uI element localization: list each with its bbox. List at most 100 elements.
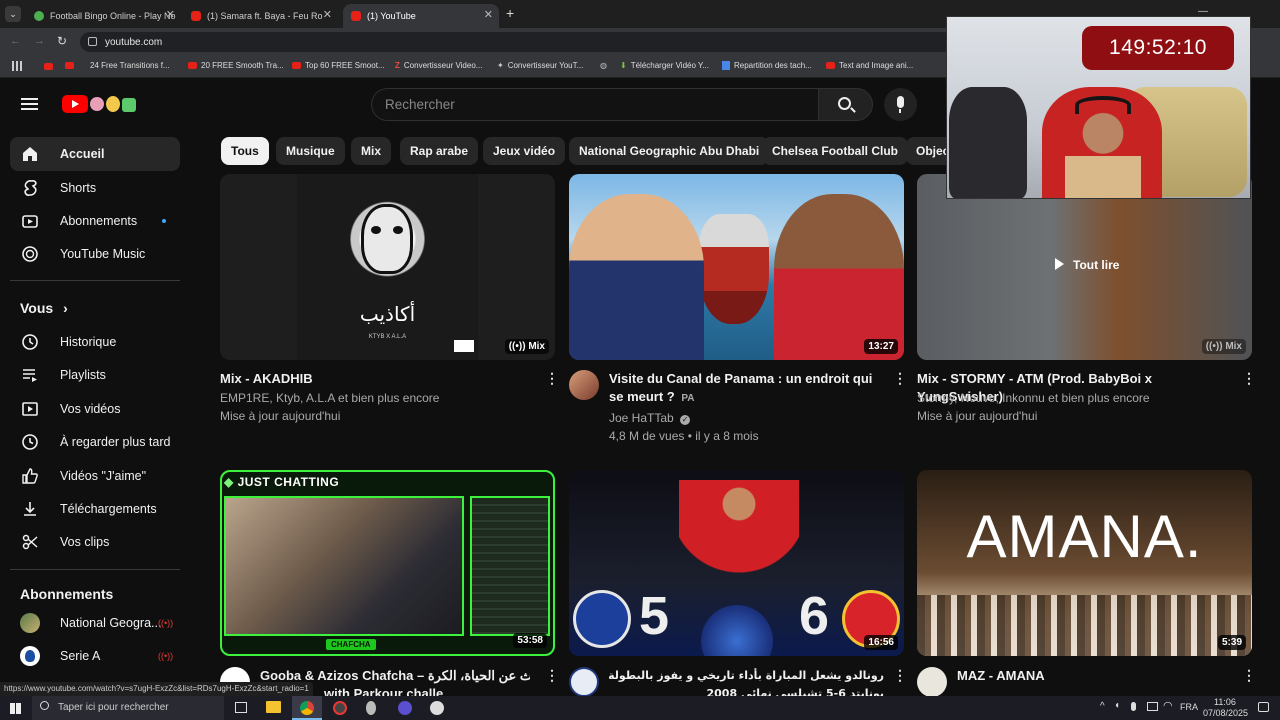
- more-options-icon[interactable]: ⋮: [893, 667, 907, 684]
- search-button[interactable]: [818, 88, 873, 121]
- video-thumbnail[interactable]: 13:27: [569, 174, 904, 360]
- bookmark-item[interactable]: Text and Image ani...: [826, 61, 913, 70]
- site-info-icon[interactable]: [88, 37, 97, 46]
- tab-search-button[interactable]: ⌄: [5, 6, 21, 22]
- sidebar-item-shorts[interactable]: Shorts: [10, 171, 180, 205]
- sidebar-item-watch-later[interactable]: À regarder plus tard: [10, 425, 180, 459]
- chip-arabic-rap[interactable]: Rap arabe: [400, 137, 479, 165]
- channel-avatar[interactable]: [569, 667, 599, 696]
- more-options-icon[interactable]: ⋮: [1242, 667, 1256, 684]
- subscriptions-section-title: Abonnements: [20, 586, 114, 602]
- bookmark-item[interactable]: Z Convertisseur Video...: [395, 61, 482, 70]
- apps-icon[interactable]: [12, 61, 22, 71]
- video-title-line2[interactable]: with Parkour challe: [324, 685, 524, 696]
- video-title-line2[interactable]: يونايتد 6-5 تشيلسي نهائي 2008: [609, 685, 884, 696]
- play-all-button[interactable]: Tout lire: [1055, 258, 1119, 272]
- bookmark-item[interactable]: 24 Free Transitions f...: [65, 61, 170, 70]
- video-channels[interactable]: Stormy, Nouvo, Inkonnu et bien plus enco…: [917, 389, 1150, 407]
- video-title[interactable]: MAZ - AMANA: [957, 667, 1227, 685]
- channel-avatar[interactable]: [569, 370, 599, 400]
- video-title[interactable]: Visite du Canal de Panama : un endroit q…: [609, 370, 889, 408]
- app-icon[interactable]: [398, 701, 412, 715]
- network-icon[interactable]: ◖: [1114, 700, 1120, 711]
- browser-tab-active[interactable]: (1) YouTube ✕: [343, 4, 499, 28]
- close-tab-icon[interactable]: ✕: [484, 8, 493, 21]
- reload-icon[interactable]: ↻: [57, 34, 67, 48]
- channel-name[interactable]: Joe HaTTab ✓: [609, 409, 691, 427]
- url-field[interactable]: [80, 32, 960, 52]
- chip-chelsea[interactable]: Chelsea Football Club: [762, 137, 909, 165]
- new-tab-button[interactable]: +: [506, 5, 514, 21]
- voice-search-button[interactable]: [884, 88, 917, 121]
- chrome-icon[interactable]: [292, 696, 322, 720]
- channel-avatar[interactable]: [917, 667, 947, 696]
- notifications-icon[interactable]: [1258, 702, 1269, 712]
- forward-icon[interactable]: →: [34, 35, 45, 47]
- app-icon[interactable]: [430, 701, 444, 715]
- bookmark-item[interactable]: ◍: [600, 61, 611, 70]
- video-thumbnail[interactable]: AMANA. 5:39: [917, 470, 1252, 656]
- bookmark-item[interactable]: ⬇ Télécharger Vidéo Y...: [620, 61, 709, 70]
- close-tab-icon[interactable]: ✕: [166, 8, 175, 21]
- sidebar-item-history[interactable]: Historique: [10, 325, 180, 359]
- language-indicator[interactable]: FRA: [1180, 702, 1198, 712]
- video-thumbnail[interactable]: Tout lire ((•)) Mix: [917, 174, 1252, 360]
- you-section-title[interactable]: Vous ›: [20, 300, 68, 316]
- app-icon[interactable]: [333, 701, 347, 715]
- video-title[interactable]: رونالدو يشعل المباراة بأداء تاريخي و يفو…: [609, 667, 884, 685]
- person-right-image: [774, 194, 904, 360]
- bookmark-item[interactable]: 20 FREE Smooth Tra...: [188, 61, 284, 70]
- watch-later-icon: [20, 432, 40, 452]
- headphones-image: [1075, 96, 1131, 114]
- search-input[interactable]: Rechercher: [371, 88, 818, 121]
- chip-all[interactable]: Tous: [221, 137, 269, 165]
- video-title[interactable]: Mix - AKADHIB: [220, 370, 520, 388]
- bookmark-youtube-icon[interactable]: [44, 63, 53, 70]
- video-channels[interactable]: EMP1RE, Ktyb, A.L.A et bien plus encore: [220, 389, 439, 407]
- browser-tab[interactable]: (1) Samara ft. Baya - Feu Ro ✕: [183, 4, 338, 28]
- start-windows-icon[interactable]: [10, 703, 21, 714]
- clock-date[interactable]: 07/08/2025: [1203, 708, 1248, 718]
- sidebar-item-clips[interactable]: Vos clips: [10, 525, 180, 559]
- mix-badge: ((•)) Mix: [504, 339, 549, 354]
- bookmark-item[interactable]: ✦ Convertisseur YouT...: [497, 61, 583, 70]
- sidebar-item-subscription[interactable]: Serie A ((•)): [10, 639, 180, 673]
- sidebar-item-home[interactable]: Accueil: [10, 137, 180, 171]
- back-icon[interactable]: ←: [10, 35, 21, 47]
- bookmark-item[interactable]: Repartition des tach...: [722, 61, 812, 70]
- sidebar-item-subscription[interactable]: National Geogra... ((•)): [10, 606, 180, 640]
- youtube-favicon-icon: [191, 11, 201, 21]
- wifi-icon[interactable]: ◠: [1163, 699, 1173, 712]
- microphone-icon[interactable]: [1131, 702, 1136, 711]
- chip-mix[interactable]: Mix: [351, 137, 392, 165]
- task-view-icon[interactable]: [235, 702, 247, 713]
- stream-scene-image: [224, 496, 464, 636]
- chip-music[interactable]: Musique: [276, 137, 345, 165]
- sidebar-item-liked-videos[interactable]: Vidéos "J'aime": [10, 459, 180, 493]
- more-options-icon[interactable]: ⋮: [893, 370, 907, 387]
- bookmark-item[interactable]: Top 60 FREE Smoot...: [292, 61, 385, 70]
- sidebar-item-subscriptions[interactable]: Abonnements: [10, 204, 180, 238]
- more-options-icon[interactable]: ⋮: [545, 667, 559, 684]
- tray-chevron-icon[interactable]: ^: [1100, 701, 1105, 712]
- more-options-icon[interactable]: ⋮: [545, 370, 559, 387]
- sidebar-item-downloads[interactable]: Téléchargements: [10, 492, 180, 526]
- video-thumbnail[interactable]: 5 6 16:56: [569, 470, 904, 656]
- album-cover-image: أكاذيب KTYB X A.L.A: [297, 174, 478, 360]
- app-icon[interactable]: [366, 701, 376, 715]
- chip-national-geographic[interactable]: National Geographic Abu Dhabi: [569, 137, 770, 165]
- display-icon[interactable]: [1147, 702, 1158, 711]
- sidebar-item-youtube-music[interactable]: YouTube Music: [10, 237, 180, 271]
- sidebar-item-playlists[interactable]: Playlists: [10, 358, 180, 392]
- file-explorer-icon[interactable]: [266, 701, 281, 713]
- taskbar-search-input[interactable]: Taper ici pour rechercher: [32, 696, 224, 720]
- clock-time[interactable]: 11:06: [1214, 697, 1236, 707]
- sidebar-divider: [10, 280, 180, 281]
- more-options-icon[interactable]: ⋮: [1242, 370, 1256, 387]
- sidebar-item-your-videos[interactable]: Vos vidéos: [10, 392, 180, 426]
- chip-video-games[interactable]: Jeux vidéo: [483, 137, 566, 165]
- video-thumbnail[interactable]: أكاذيب KTYB X A.L.A ((•)) Mix: [220, 174, 555, 360]
- close-tab-icon[interactable]: ✕: [323, 8, 332, 21]
- browser-tab[interactable]: Football Bingo Online - Play No ✕: [26, 4, 181, 28]
- video-thumbnail[interactable]: ◆ JUST CHATTING CHAFCHA 53:58: [220, 470, 555, 656]
